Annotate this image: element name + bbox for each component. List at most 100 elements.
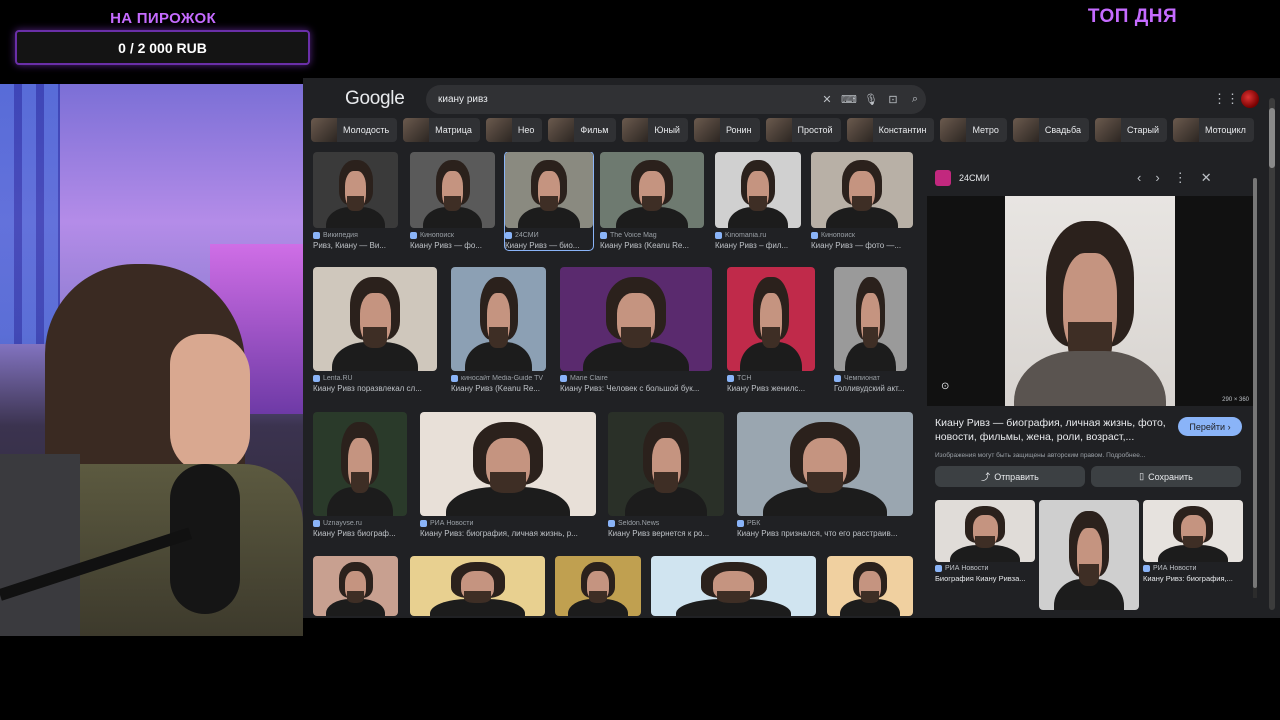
result-thumbnail[interactable] [313,412,407,516]
result-caption[interactable]: Киану Ривз: Человек с большой бук... [560,384,712,393]
result-caption[interactable]: Киану Ривз – фил... [715,241,801,250]
result-caption[interactable]: Голливудский акт... [834,384,907,393]
image-result[interactable]: Kinomania.ru Киану Ривз – фил... [715,152,801,250]
image-result[interactable]: Lenta.RU Киану Ривз поразвлекал сл... [313,267,437,393]
image-result[interactable] [555,556,641,616]
result-thumbnail[interactable] [827,556,913,616]
image-result[interactable]: Чемпионат Голливудский акт... [834,267,907,393]
result-thumbnail[interactable] [410,152,495,228]
result-thumbnail[interactable] [811,152,913,228]
image-result[interactable]: Uznayvse.ru Киану Ривз биограф... [313,412,407,538]
close-icon[interactable]: ✕ [1201,170,1212,186]
result-caption[interactable]: Киану Ривз (Keanu Re... [451,384,546,393]
result-thumbnail[interactable] [451,267,546,371]
clear-icon[interactable]: ✕ [816,93,838,106]
image-result[interactable] [827,556,913,616]
image-result[interactable]: 24СМИ Киану Ривз — био... [504,152,594,251]
result-source[interactable]: The Voice Mag [600,232,704,239]
result-caption[interactable]: Киану Ривз биограф... [313,529,407,538]
related-image[interactable] [1039,500,1139,618]
result-caption[interactable]: Киану Ривз вернется к ро... [608,529,724,538]
image-result[interactable]: Кинопоиск Киану Ривз — фото —... [811,152,913,250]
related-caption[interactable]: Киану Ривз: биография,... [1143,574,1243,583]
result-thumbnail[interactable] [834,267,907,371]
result-source[interactable]: Чемпионат [834,375,907,382]
result-thumbnail[interactable] [420,412,596,516]
filter-chip[interactable]: Ронин [693,118,760,142]
result-thumbnail[interactable] [737,412,913,516]
result-source[interactable]: ТСН [727,375,815,382]
search-input[interactable]: киану ривз [438,94,816,105]
search-icon[interactable]: ⌕ [904,93,926,106]
related-caption[interactable]: Биография Киану Ривза... [935,574,1035,583]
panel-title[interactable]: Киану Ривз — биография, личная жизнь, фо… [935,416,1171,444]
filter-chip[interactable]: Метро [940,118,1007,142]
share-button[interactable]: ⤴ Отправить [935,466,1085,487]
result-thumbnail[interactable] [555,556,641,616]
image-result[interactable] [651,556,816,616]
image-result[interactable]: РИА Новости Киану Ривз: биография, личная… [420,412,596,538]
result-source[interactable]: Kinomania.ru [715,232,801,239]
result-source[interactable]: 24СМИ [505,232,593,239]
filter-chip[interactable]: Фильм [548,118,617,142]
page-scrollbar[interactable] [1269,98,1275,610]
result-caption[interactable]: Киану Ривз женилс... [727,384,815,393]
result-thumbnail[interactable] [313,152,398,228]
result-source[interactable]: Seldon.News [608,520,724,527]
result-source[interactable]: киносайт Media-Guide TV [451,375,546,382]
result-caption[interactable]: Киану Ривз — фо... [410,241,495,250]
preview-image[interactable]: ⊙ 290 × 360 [927,196,1253,406]
filter-chip[interactable]: Юный [622,118,688,142]
keyboard-icon[interactable]: ⌨ [838,93,860,106]
result-caption[interactable]: Киану Ривз поразвлекал сл... [313,384,437,393]
google-logo[interactable]: Google [345,88,405,110]
result-thumbnail[interactable] [600,152,704,228]
mic-icon[interactable]: 🎙 [860,93,882,106]
image-result[interactable]: ТСН Киану Ривз женилс... [727,267,815,393]
related-thumbnail[interactable] [1143,500,1243,562]
result-caption[interactable]: Киану Ривз: биография, личная жизнь, р..… [420,529,596,538]
search-box[interactable]: киану ривз ✕ ⌨ 🎙 ⊡ ⌕ [426,85,926,114]
image-result[interactable]: Кинопоиск Киану Ривз — фо... [410,152,495,250]
prev-icon[interactable]: ‹ [1137,170,1141,186]
filter-chip[interactable]: Простой [765,118,841,142]
result-thumbnail[interactable] [608,412,724,516]
filter-chip[interactable]: Свадьба [1012,118,1089,142]
result-thumbnail[interactable] [560,267,712,371]
result-source[interactable]: Кинопоиск [410,232,495,239]
image-result[interactable]: Википедия Ривз, Киану — Ви... [313,152,398,250]
result-thumbnail[interactable] [313,556,398,616]
result-source[interactable]: РБК [737,520,913,527]
image-result[interactable]: The Voice Mag Киану Ривз (Keanu Re... [600,152,704,250]
result-source[interactable]: Lenta.RU [313,375,437,382]
image-result[interactable]: Marie Claire Киану Ривз: Человек с большо… [560,267,712,393]
image-result[interactable]: РБК Киану Ривз признался, что его расстра… [737,412,913,538]
image-result[interactable] [313,556,398,616]
result-caption[interactable]: Ривз, Киану — Ви... [313,241,398,250]
related-image[interactable]: РИА Новости Биография Киану Ривза... [935,500,1035,618]
image-result[interactable]: Seldon.News Киану Ривз вернется к ро... [608,412,724,538]
related-thumbnail[interactable] [1039,500,1139,610]
filter-chip[interactable]: Старый [1094,118,1167,142]
result-source[interactable]: Marie Claire [560,375,712,382]
next-icon[interactable]: › [1155,170,1159,186]
result-thumbnail[interactable] [410,556,545,616]
result-source[interactable]: Uznayvse.ru [313,520,407,527]
image-result[interactable]: киносайт Media-Guide TV Киану Ривз (Keanu… [451,267,546,393]
result-source[interactable]: Кинопоиск [811,232,913,239]
image-result[interactable] [410,556,545,616]
filter-chip[interactable]: Молодость [311,118,398,142]
lens-icon[interactable]: ⊡ [882,93,904,106]
related-thumbnail[interactable] [935,500,1035,562]
avatar[interactable] [1241,90,1259,108]
result-source[interactable]: РИА Новости [420,520,596,527]
result-thumbnail[interactable] [727,267,815,371]
result-thumbnail[interactable] [715,152,801,228]
save-button[interactable]: ▯ Сохранить [1091,466,1241,487]
visit-button[interactable]: Перейти › [1178,417,1242,436]
filter-chip[interactable]: Нео [485,118,543,142]
result-thumbnail[interactable] [505,152,593,228]
panel-source[interactable]: 24СМИ [935,170,989,186]
result-caption[interactable]: Киану Ривз — фото —... [811,241,913,250]
result-source[interactable]: Википедия [313,232,398,239]
